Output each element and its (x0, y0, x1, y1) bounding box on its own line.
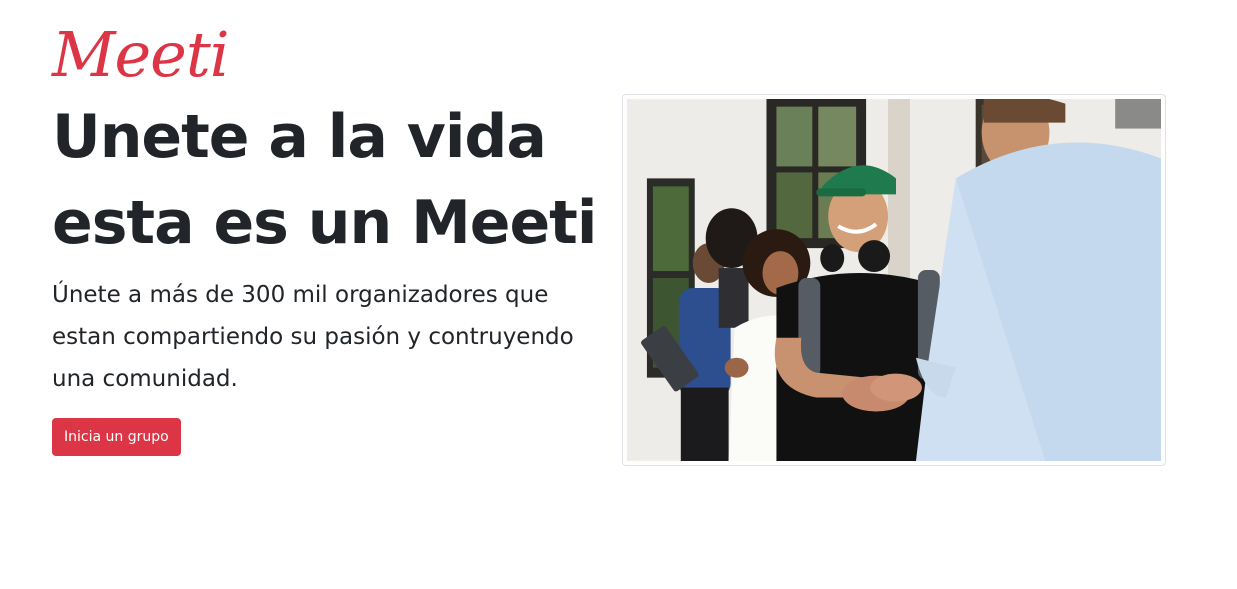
hero-image-frame (622, 94, 1166, 466)
people-handshake-photo (627, 99, 1161, 461)
hero-section: Meeti Unete a la vida esta es un Meeti Ú… (0, 0, 1237, 589)
hero-lead-text: Únete a más de 300 mil organizadores que… (52, 282, 574, 392)
hero-text-column: Meeti Unete a la vida esta es un Meeti Ú… (52, 18, 612, 456)
site-logo[interactable]: Meeti (52, 18, 612, 92)
hero-headline: Unete a la vida esta es un Meeti (52, 102, 597, 258)
start-group-button[interactable]: Inicia un grupo (52, 418, 181, 456)
